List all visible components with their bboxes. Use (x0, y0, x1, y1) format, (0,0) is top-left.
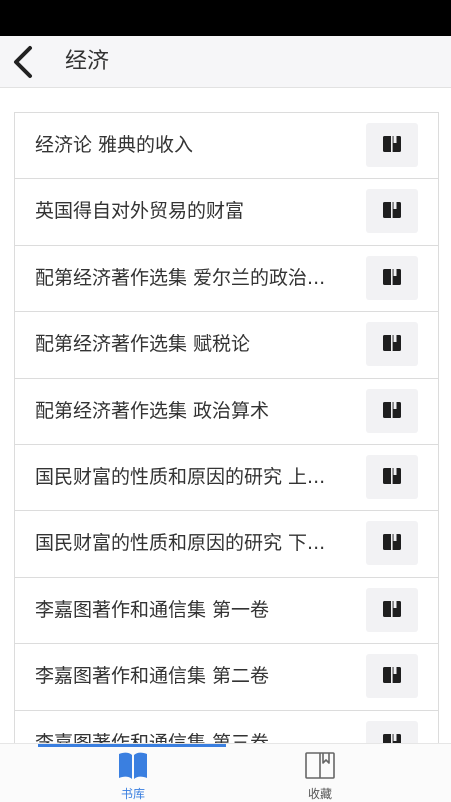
page-title: 经济 (65, 49, 110, 74)
book-icon (383, 534, 401, 551)
read-button[interactable] (366, 388, 418, 433)
read-button[interactable] (366, 255, 418, 300)
book-icon (383, 401, 401, 418)
bookmark-book-icon (305, 752, 335, 779)
book-list: 经济论 雅典的收入 英国得自对外贸易的财富 配第经济著作选集 爱尔兰的政治...… (14, 112, 439, 743)
book-title: 国民财富的性质和原因的研究 下... (35, 532, 326, 555)
book-icon (383, 600, 401, 617)
list-item[interactable]: 英国得自对外贸易的财富 (15, 179, 438, 246)
book-title: 配第经济著作选集 赋税论 (35, 333, 251, 356)
list-item[interactable]: 配第经济著作选集 政治算术 (15, 378, 438, 445)
tab-library-label: 书库 (120, 787, 145, 801)
book-list-container[interactable]: 经济论 雅典的收入 英国得自对外贸易的财富 配第经济著作选集 爱尔兰的政治...… (0, 89, 451, 743)
bottom-tab-bar: 书库 收藏 (0, 743, 451, 802)
tab-favorites[interactable]: 收藏 (260, 747, 380, 802)
list-item[interactable]: 配第经济著作选集 爱尔兰的政治... (15, 245, 438, 313)
book-icon (383, 733, 401, 743)
book-icon (383, 335, 401, 352)
back-button[interactable] (8, 42, 44, 82)
list-item[interactable]: 经济论 雅典的收入 (15, 113, 438, 180)
read-button[interactable] (366, 521, 418, 566)
status-bar (0, 0, 451, 36)
list-item[interactable]: 国民财富的性质和原因的研究 上... (15, 444, 438, 512)
list-item[interactable]: 李嘉图著作和通信集 第三卷 (15, 710, 438, 743)
book-icon (383, 202, 401, 219)
list-item[interactable]: 李嘉图著作和通信集 第二卷 (15, 644, 438, 711)
book-title: 经济论 雅典的收入 (35, 134, 194, 156)
read-button[interactable] (366, 454, 418, 499)
list-item[interactable]: 李嘉图著作和通信集 第一卷 (15, 577, 438, 645)
read-button[interactable] (366, 654, 418, 699)
read-button[interactable] (366, 189, 418, 234)
book-title: 李嘉图著作和通信集 第三卷 (35, 731, 270, 743)
list-item[interactable]: 配第经济著作选集 赋税论 (15, 312, 438, 379)
list-item[interactable]: 国民财富的性质和原因的研究 下... (15, 511, 438, 578)
book-icon (383, 136, 401, 152)
book-title: 配第经济著作选集 政治算术 (35, 399, 270, 422)
book-icon (383, 467, 401, 484)
read-button[interactable] (366, 322, 418, 367)
read-button[interactable] (366, 123, 418, 167)
tab-library[interactable]: 书库 (73, 747, 193, 802)
book-icon (383, 667, 401, 684)
open-book-icon (119, 752, 147, 779)
tab-favorites-label: 收藏 (307, 787, 332, 801)
book-title: 李嘉图著作和通信集 第一卷 (35, 598, 270, 621)
book-title: 英国得自对外贸易的财富 (35, 200, 245, 223)
chevron-left-icon (14, 46, 32, 78)
book-title: 李嘉图著作和通信集 第二卷 (35, 665, 270, 688)
read-button[interactable] (366, 587, 418, 632)
book-icon (383, 268, 401, 285)
book-title: 配第经济著作选集 爱尔兰的政治... (35, 266, 326, 289)
book-title: 国民财富的性质和原因的研究 上... (35, 465, 326, 488)
read-button[interactable] (366, 720, 418, 743)
header-bar: 经济 (0, 36, 451, 88)
